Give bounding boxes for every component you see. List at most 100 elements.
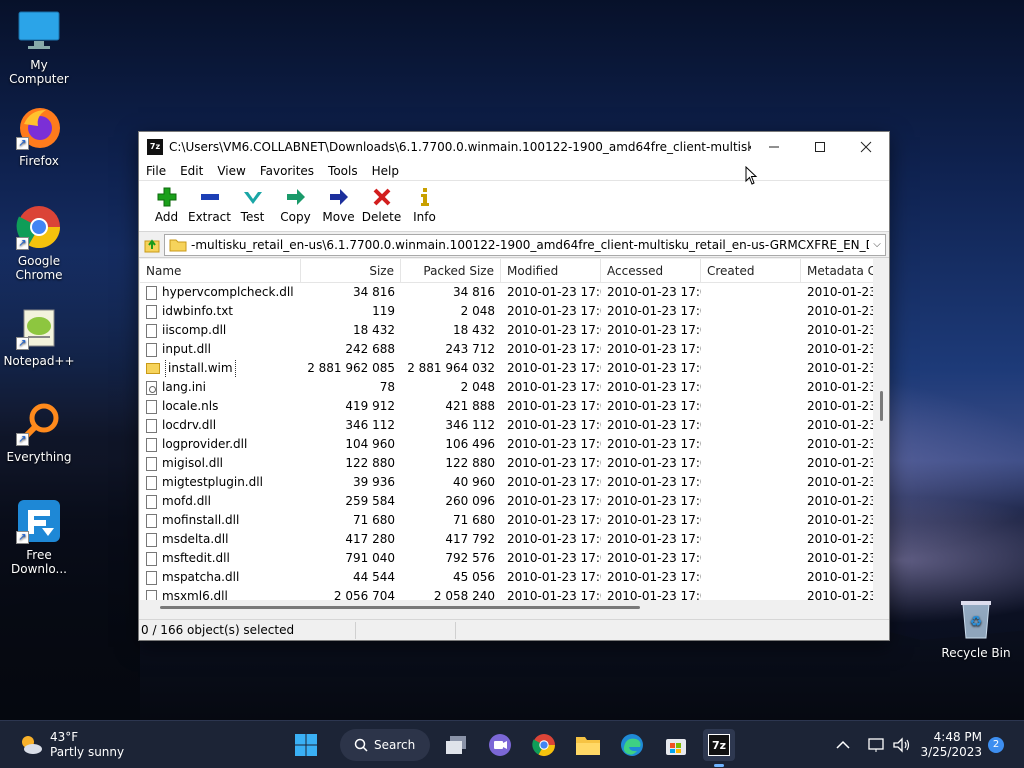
- file-size: 2 881 962 085: [307, 361, 395, 375]
- column-created[interactable]: Created: [701, 259, 801, 283]
- desktop-icon-firefox[interactable]: ↗ Firefox: [0, 104, 78, 168]
- file-modified: 2010-01-23 17:05: [507, 342, 601, 356]
- file-icon: [146, 570, 157, 585]
- recycle-bin-icon: ♻: [953, 596, 999, 642]
- file-row[interactable]: msxml6.dll 2 056 704 2 058 240 2010-01-23 1…: [140, 587, 873, 600]
- file-icon: [146, 551, 157, 566]
- file-packed-size: 417 792: [445, 532, 495, 546]
- desktop-icon-my-computer[interactable]: My Computer: [0, 8, 78, 86]
- menu-tools[interactable]: Tools: [321, 164, 365, 178]
- weather-widget[interactable]: 43°F Partly sunny: [18, 730, 124, 760]
- address-field[interactable]: -multisku_retail_en-us\6.1.7700.0.winmai…: [164, 233, 886, 256]
- menu-favorites[interactable]: Favorites: [253, 164, 321, 178]
- show-hidden-icons-button[interactable]: [830, 729, 856, 761]
- file-row[interactable]: iiscomp.dll 18 432 18 432 2010-01-23 17:05 2…: [140, 321, 873, 340]
- file-icon: [146, 323, 157, 338]
- file-row[interactable]: hypervcomplcheck.dll 34 816 34 816 2010-01-…: [140, 283, 873, 302]
- file-row[interactable]: migisol.dll 122 880 122 880 2010-01-23 17:0…: [140, 454, 873, 473]
- file-metadata-changed: 2010-01-23 1: [807, 342, 873, 356]
- taskbar-store[interactable]: [660, 729, 692, 761]
- file-row[interactable]: mofd.dll 259 584 260 096 2010-01-23 17:05 20…: [140, 492, 873, 511]
- file-packed-size: 18 432: [453, 323, 495, 337]
- status-panel: [355, 621, 455, 639]
- file-icon: [146, 532, 157, 547]
- file-list[interactable]: Name Size Packed Size Modified Accessed …: [140, 259, 873, 600]
- menu-view[interactable]: View: [210, 164, 252, 178]
- extract-button[interactable]: Extract: [188, 186, 231, 224]
- system-clock[interactable]: 4:48 PM 3/25/2023: [920, 730, 982, 760]
- copy-button[interactable]: Copy: [274, 186, 317, 224]
- desktop-icon-label: My Computer: [9, 58, 69, 86]
- file-name: locdrv.dll: [162, 418, 217, 432]
- file-created: [701, 397, 801, 416]
- task-view-button[interactable]: [440, 729, 472, 761]
- file-packed-size: 71 680: [453, 513, 495, 527]
- horizontal-scroll-thumb[interactable]: [160, 606, 640, 609]
- desktop-icon-recycle-bin[interactable]: ♻ Recycle Bin: [936, 596, 1016, 660]
- column-metadata-changed[interactable]: Metadata Ch: [801, 259, 873, 283]
- notification-badge[interactable]: 2: [988, 737, 1004, 753]
- archive-window[interactable]: 7z C:\Users\VM6.COLLABNET\Downloads\6.1.…: [138, 131, 890, 641]
- taskbar-search[interactable]: Search: [340, 729, 430, 761]
- add-button[interactable]: Add: [145, 186, 188, 224]
- desktop-icon-free-download[interactable]: ↗ Free Downlo...: [0, 498, 78, 576]
- file-accessed: 2010-01-23 17:05: [607, 513, 701, 527]
- file-row[interactable]: locdrv.dll 346 112 346 112 2010-01-23 17:05…: [140, 416, 873, 435]
- file-row[interactable]: install.wim 2 881 962 085 2 881 964 032 201…: [140, 359, 873, 378]
- download-icon: ↗: [16, 498, 62, 544]
- taskbar-edge[interactable]: [616, 729, 648, 761]
- test-button[interactable]: Test: [231, 186, 274, 224]
- close-button[interactable]: [843, 132, 889, 161]
- menu-help[interactable]: Help: [365, 164, 406, 178]
- minimize-button[interactable]: [751, 132, 797, 161]
- file-modified: 2010-01-23 17:05: [507, 361, 601, 375]
- file-size: 791 040: [345, 551, 395, 565]
- file-row[interactable]: mofinstall.dll 71 680 71 680 2010-01-23 17:…: [140, 511, 873, 530]
- menu-file[interactable]: File: [139, 164, 173, 178]
- chevron-down-icon[interactable]: ⌵: [869, 239, 885, 250]
- horizontal-scrollbar[interactable]: [140, 600, 873, 614]
- file-packed-size: 243 712: [445, 342, 495, 356]
- file-icon: [146, 342, 157, 357]
- file-row[interactable]: msdelta.dll 417 280 417 792 2010-01-23 17:0…: [140, 530, 873, 549]
- column-name[interactable]: Name: [140, 259, 301, 283]
- column-accessed[interactable]: Accessed: [601, 259, 701, 283]
- column-size[interactable]: Size: [301, 259, 401, 283]
- info-button[interactable]: Info: [403, 186, 446, 224]
- desktop-icon-chrome[interactable]: ↗ Google Chrome: [0, 204, 78, 282]
- move-button[interactable]: Move: [317, 186, 360, 224]
- menu-edit[interactable]: Edit: [173, 164, 210, 178]
- speaker-icon: [893, 737, 910, 753]
- network-button[interactable]: [864, 729, 888, 761]
- volume-button[interactable]: [890, 729, 914, 761]
- taskbar-7zip[interactable]: 7z: [703, 729, 735, 767]
- file-metadata-changed: 2010-01-23 1: [807, 304, 873, 318]
- file-name-cell: iiscomp.dll: [140, 321, 301, 340]
- desktop-icon-everything[interactable]: ↗ Everything: [0, 400, 78, 464]
- file-row[interactable]: logprovider.dll 104 960 106 496 2010-01-23 …: [140, 435, 873, 454]
- file-row[interactable]: idwbinfo.txt 119 2 048 2010-01-23 17:05 2010…: [140, 302, 873, 321]
- taskbar-chrome[interactable]: [528, 729, 560, 761]
- start-button[interactable]: [290, 729, 322, 761]
- file-row[interactable]: migtestplugin.dll 39 936 40 960 2010-01-23 …: [140, 473, 873, 492]
- file-row[interactable]: lang.ini 78 2 048 2010-01-23 17:05 2010-01-2…: [140, 378, 873, 397]
- delete-button[interactable]: Delete: [360, 186, 403, 224]
- taskbar-file-explorer[interactable]: [572, 729, 604, 761]
- title-bar[interactable]: 7z C:\Users\VM6.COLLABNET\Downloads\6.1.…: [139, 132, 889, 161]
- vertical-scrollbar[interactable]: [874, 259, 889, 600]
- column-modified[interactable]: Modified: [501, 259, 601, 283]
- desktop-icon-notepadpp[interactable]: ↗ Notepad++: [0, 304, 78, 368]
- file-name: hypervcomplcheck.dll: [162, 285, 294, 299]
- file-row[interactable]: mspatcha.dll 44 544 45 056 2010-01-23 17:05…: [140, 568, 873, 587]
- shortcut-arrow-icon: ↗: [16, 237, 29, 250]
- file-row[interactable]: locale.nls 419 912 421 888 2010-01-23 17:05…: [140, 397, 873, 416]
- vertical-scroll-thumb[interactable]: [880, 391, 883, 421]
- teams-chat-button[interactable]: [484, 729, 516, 761]
- file-modified: 2010-01-23 17:05: [507, 323, 601, 337]
- file-row[interactable]: input.dll 242 688 243 712 2010-01-23 17:05 2…: [140, 340, 873, 359]
- maximize-button[interactable]: [797, 132, 843, 161]
- column-packed-size[interactable]: Packed Size: [401, 259, 501, 283]
- file-packed-size: 2 881 964 032: [407, 361, 495, 375]
- file-row[interactable]: msftedit.dll 791 040 792 576 2010-01-23 17:…: [140, 549, 873, 568]
- up-folder-button[interactable]: [142, 235, 164, 255]
